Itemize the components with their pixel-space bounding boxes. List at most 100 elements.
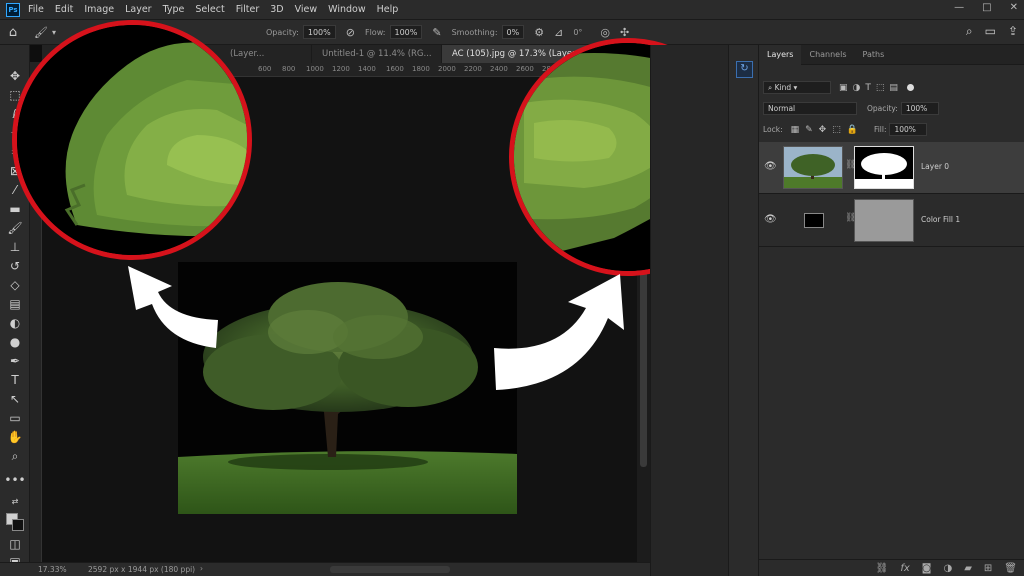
menu-view[interactable]: View [295, 4, 318, 15]
menu-window[interactable]: Window [328, 4, 365, 15]
visibility-eye-icon[interactable]: 👁 [764, 214, 777, 225]
group-icon[interactable]: ▰ [964, 563, 972, 574]
eraser-tool-icon[interactable]: ◇ [0, 278, 30, 292]
brush-tool-icon[interactable]: 🖌 [0, 221, 30, 235]
trash-icon[interactable]: 🗑 [1004, 563, 1017, 574]
lock-icons[interactable]: ▦✎✥⬚🔒 [791, 125, 864, 135]
zoom-tool-icon[interactable]: ⌕ [0, 449, 30, 463]
tab-layers[interactable]: Layers [759, 44, 802, 65]
layer-filter-row: ⌕ Kind ▾ ▣◑T⬚▤ [759, 81, 1024, 94]
filter-type-icons[interactable]: ▣◑T⬚▤ [839, 83, 903, 93]
link-icon[interactable]: ⛓ [876, 563, 889, 574]
gear-icon[interactable]: ⚙ [534, 26, 544, 39]
panel-dock: ↻ [650, 45, 759, 576]
opacity-label: Opacity: [265, 27, 299, 37]
smoothing-label: Smoothing: [451, 27, 498, 37]
angle-icon[interactable]: ⊿ [554, 26, 563, 39]
hand-tool-icon[interactable]: ✋ [0, 430, 30, 444]
layer-mask-thumbnail[interactable] [854, 146, 914, 189]
ruler-tick: 2600 [516, 65, 534, 73]
document-image-tree[interactable] [178, 262, 517, 514]
history-brush-tool-icon[interactable]: ↺ [0, 259, 30, 273]
dodge-tool-icon[interactable]: ● [0, 335, 30, 349]
airbrush-icon[interactable]: ✎ [432, 26, 441, 39]
clone-stamp-tool-icon[interactable]: ⊥ [0, 240, 30, 254]
mask-icon[interactable]: ◙ [922, 563, 932, 574]
type-tool-icon[interactable]: T [0, 373, 30, 387]
fill-label: Fill: [873, 125, 887, 134]
menu-filter[interactable]: Filter [236, 4, 260, 15]
more-tools-icon[interactable]: ••• [0, 473, 30, 487]
blend-mode-select[interactable]: Normal [763, 102, 857, 115]
pressure-size-icon[interactable]: ◎ [600, 26, 610, 39]
new-layer-icon[interactable]: ⊞ [984, 563, 992, 574]
tab-untitled-1[interactable]: Untitled-1 @ 11.4% (RG... [312, 45, 442, 63]
visibility-eye-icon[interactable]: 👁 [764, 161, 777, 172]
home-icon[interactable]: ⌂ [0, 25, 26, 40]
shape-tool-icon[interactable]: ▭ [0, 411, 30, 425]
gradient-tool-icon[interactable]: ▤ [0, 297, 30, 311]
move-tool-icon[interactable]: ✥ [0, 69, 30, 83]
menu-select[interactable]: Select [195, 4, 224, 15]
fill-color-icon [804, 213, 824, 228]
collapsed-panel-column: ↻ [728, 45, 759, 576]
ruler-tick: 600 [258, 65, 272, 73]
chevron-down-icon[interactable]: ▾ [52, 28, 56, 37]
symmetry-icon[interactable]: ✣ [620, 26, 629, 39]
angle-field[interactable]: 0° [573, 28, 582, 37]
minimize-icon[interactable]: — [954, 2, 964, 13]
brush-preset-icon[interactable]: 🖌 [34, 26, 48, 39]
fx-icon[interactable]: fx [900, 563, 909, 574]
blend-row: Normal Opacity: 100% [759, 102, 1024, 115]
menu-file[interactable]: File [28, 4, 44, 15]
menu-layer[interactable]: Layer [125, 4, 152, 15]
blur-tool-icon[interactable]: ◐ [0, 316, 30, 330]
layers-panel-tabs: Layers Channels Paths [759, 44, 1024, 65]
zoom-level[interactable]: 17.33% [38, 565, 67, 574]
layer-opacity-field[interactable]: 100% [900, 102, 939, 115]
layer-row-layer-0[interactable]: 👁 ⛓ Layer 0 [759, 142, 1024, 194]
pressure-opacity-icon[interactable]: ⊘ [346, 26, 355, 39]
menu-edit[interactable]: Edit [55, 4, 73, 15]
curved-arrow-right [494, 274, 624, 390]
ruler-tick: 1400 [358, 65, 376, 73]
layer-name[interactable]: Layer 0 [921, 162, 949, 171]
fill-mask-thumbnail[interactable] [854, 199, 914, 242]
path-select-tool-icon[interactable]: ↖ [0, 392, 30, 406]
tab-paths[interactable]: Paths [855, 45, 893, 65]
history-panel-icon[interactable]: ↻ [736, 61, 753, 78]
swap-colors-icon[interactable]: ⇄ [0, 495, 30, 509]
smoothing-field[interactable]: 0% [501, 25, 525, 39]
tab-channels[interactable]: Channels [801, 45, 854, 65]
ruler-tick: 2400 [490, 65, 508, 73]
zoom-circle-left [12, 20, 252, 260]
horizontal-scrollbar-thumb[interactable] [330, 566, 450, 573]
scrollbar-thumb[interactable] [640, 257, 647, 467]
flow-field[interactable]: 100% [389, 25, 423, 39]
filter-toggle-icon[interactable] [906, 84, 914, 91]
workspace-icon[interactable]: ▭ [985, 24, 996, 39]
layers-panel-footer: ⛓ fx ◙ ◑ ▰ ⊞ 🗑 [759, 559, 1024, 576]
pen-tool-icon[interactable]: ✒ [0, 354, 30, 368]
quick-mask-icon[interactable]: ◫ [0, 537, 30, 551]
lock-row: Lock: ▦✎✥⬚🔒 Fill: 100% [759, 123, 1024, 136]
adjustment-icon[interactable]: ◑ [943, 563, 952, 574]
layer-filter-kind[interactable]: ⌕ Kind ▾ [763, 81, 831, 94]
healing-brush-tool-icon[interactable]: ▬ [0, 202, 30, 216]
layer-fill-field[interactable]: 100% [889, 123, 928, 136]
menu-help[interactable]: Help [377, 4, 399, 15]
window-controls: — □ ✕ [954, 2, 1018, 13]
layer-name[interactable]: Color Fill 1 [921, 215, 960, 224]
opacity-field[interactable]: 100% [302, 25, 336, 39]
menu-type[interactable]: Type [163, 4, 185, 15]
background-color-swatch[interactable] [12, 519, 24, 531]
layer-row-color-fill-1[interactable]: 👁 ⛓ Color Fill 1 [759, 195, 1024, 247]
menu-image[interactable]: Image [84, 4, 114, 15]
share-icon[interactable]: ⇪ [1008, 24, 1018, 39]
status-menu-arrow-icon[interactable]: › [200, 564, 203, 573]
curved-arrow-left [128, 266, 218, 348]
menu-3d[interactable]: 3D [270, 4, 283, 15]
search-icon[interactable]: ⌕ [966, 24, 973, 39]
close-icon[interactable]: ✕ [1010, 2, 1018, 13]
maximize-icon[interactable]: □ [982, 2, 991, 13]
